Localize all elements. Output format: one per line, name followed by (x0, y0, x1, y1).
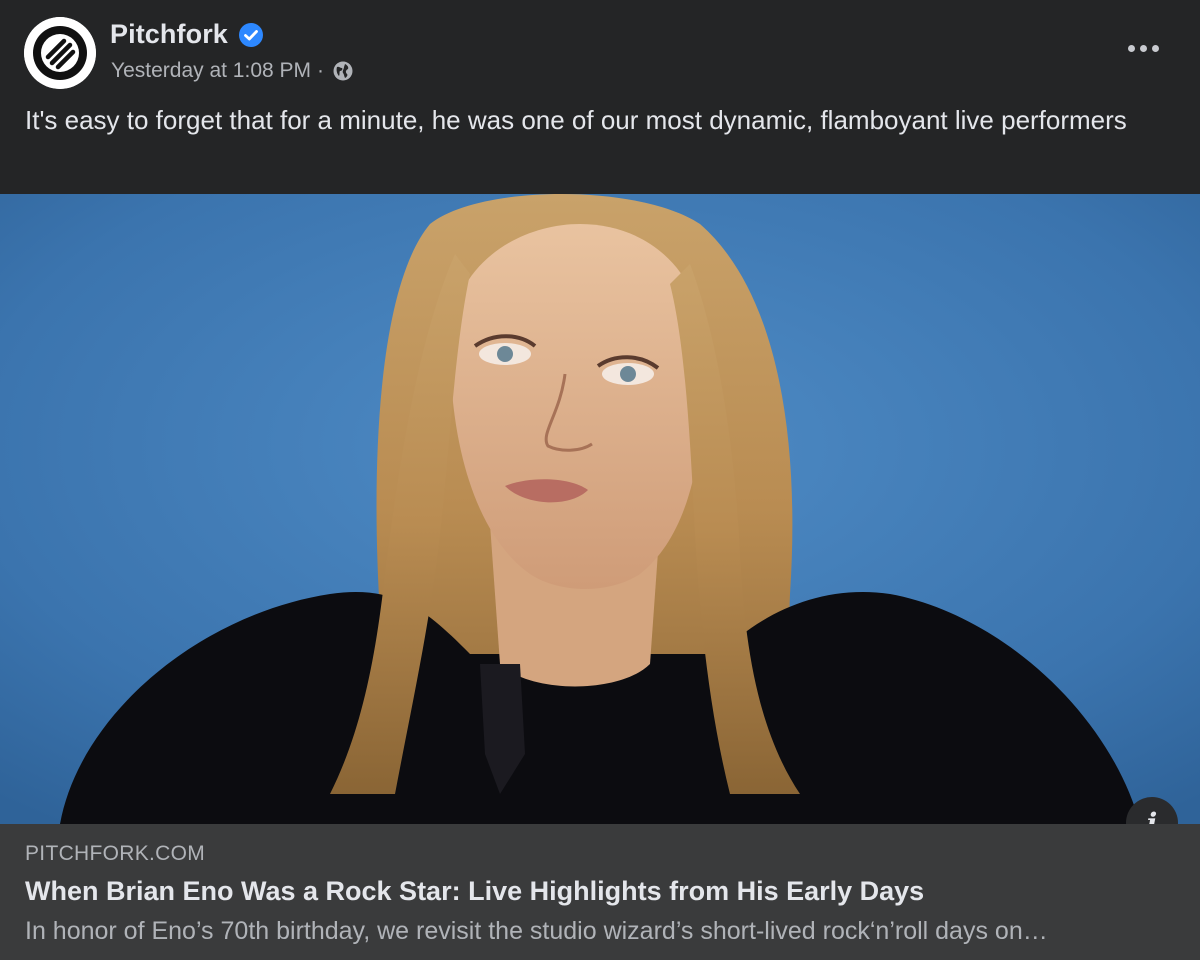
link-preview-image[interactable] (0, 194, 1200, 824)
more-dot (1151, 44, 1159, 52)
meta-separator: · (317, 59, 325, 82)
page-name-link[interactable]: Pitchfork (110, 19, 264, 50)
more-options-icon[interactable] (1118, 30, 1168, 66)
link-preview-card[interactable]: PITCHFORK.COM When Brian Eno Was a Rock … (0, 824, 1200, 960)
post-header: Pitchfork Yesterday at 1:08 PM · It's ea… (0, 0, 1200, 194)
link-domain: PITCHFORK.COM (25, 842, 206, 865)
more-dot (1139, 44, 1147, 52)
post-caption: It's easy to forget that for a minute, h… (25, 105, 1127, 135)
post-timestamp[interactable]: Yesterday at 1:08 PM (111, 59, 311, 83)
link-title[interactable]: When Brian Eno Was a Rock Star: Live Hig… (25, 876, 1175, 907)
link-description: In honor of Eno’s 70th birthday, we revi… (25, 917, 1048, 945)
page-name-text[interactable]: Pitchfork (110, 19, 228, 50)
post-meta: Yesterday at 1:08 PM · (111, 59, 354, 83)
facebook-post: Pitchfork Yesterday at 1:08 PM · It's ea… (0, 0, 1200, 960)
more-dot (1127, 44, 1135, 52)
pitchfork-logo-avatar[interactable] (24, 17, 96, 89)
verified-badge-icon (238, 22, 264, 48)
globe-icon[interactable] (332, 60, 354, 82)
